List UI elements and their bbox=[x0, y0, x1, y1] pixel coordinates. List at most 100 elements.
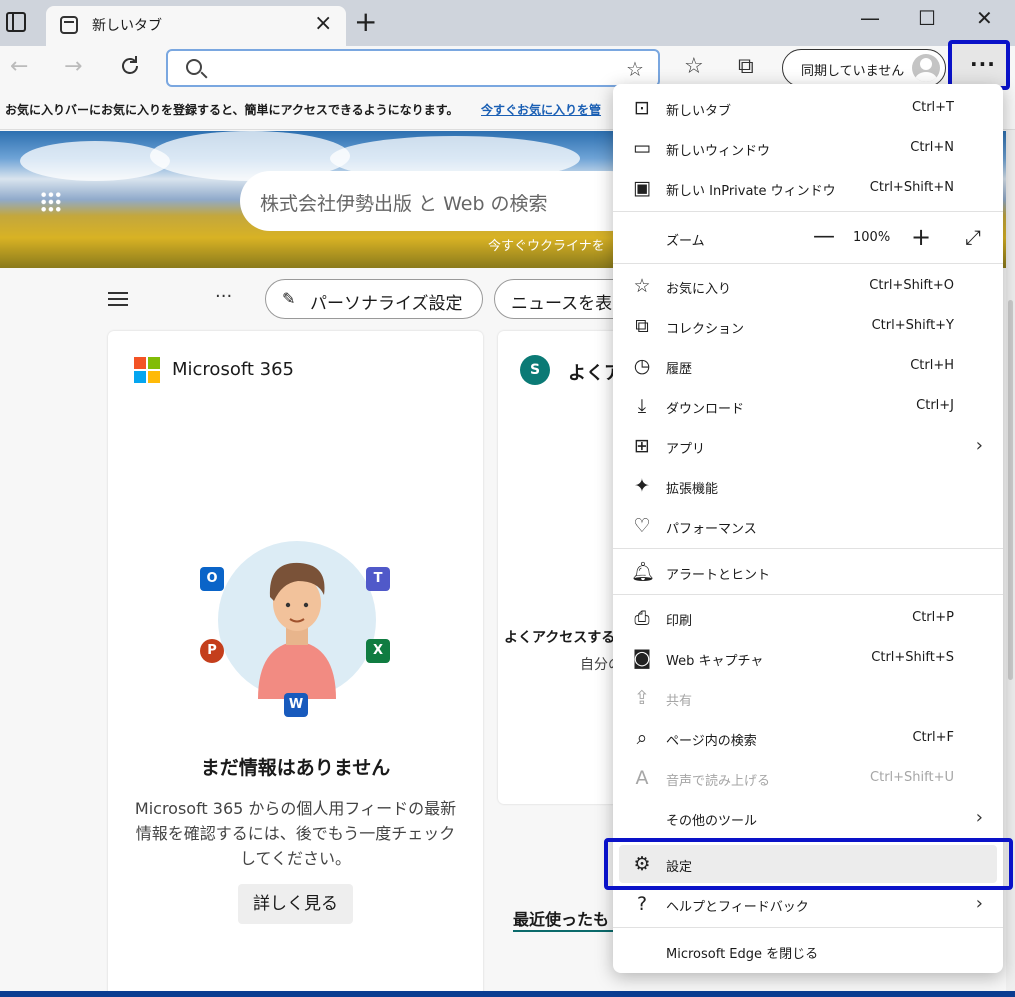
pencil-icon: ✎ bbox=[282, 289, 296, 308]
add-favorite-icon[interactable]: ☆ bbox=[626, 57, 644, 81]
outlook-icon: O bbox=[200, 567, 224, 591]
new-tab-page-icon bbox=[60, 16, 78, 34]
card-empty-title: よくアクセスする bbox=[504, 630, 616, 646]
hero-caption[interactable]: 今すぐウクライナを bbox=[488, 235, 605, 254]
new-tab-button[interactable]: + bbox=[354, 6, 377, 38]
person-icon bbox=[258, 562, 336, 699]
close-window-button[interactable]: ✕ bbox=[976, 6, 993, 30]
share-icon: ⇪ bbox=[634, 687, 650, 709]
help-icon: ? bbox=[636, 893, 648, 915]
find-on-page-icon: ⌕ bbox=[636, 727, 648, 749]
web-search-box[interactable]: 株式会社伊勢出版 と Web の検索 bbox=[240, 171, 640, 231]
menu-item-new-inprivate[interactable]: ▣ 新しい InPrivate ウィンドウ Ctrl+Shift+N bbox=[613, 168, 1003, 208]
chevron-right-icon: › bbox=[975, 807, 983, 828]
news-label: ニュースを表 bbox=[511, 294, 613, 314]
apps-grid-icon[interactable] bbox=[40, 191, 62, 213]
microsoft-logo-icon bbox=[134, 357, 160, 383]
excel-icon: X bbox=[366, 639, 390, 663]
personalize-button[interactable]: ✎ パーソナライズ設定 bbox=[265, 279, 483, 319]
zoom-in-button[interactable]: + bbox=[911, 223, 931, 251]
extensions-icon: ✦ bbox=[634, 475, 650, 497]
more-icon: ··· bbox=[970, 52, 996, 76]
chevron-right-icon: › bbox=[975, 893, 983, 914]
menu-item-read-aloud: A 音声で読み上げる Ctrl+Shift+U bbox=[613, 758, 1003, 798]
settings-and-more-button[interactable]: ··· bbox=[948, 40, 1010, 90]
menu-item-web-capture[interactable]: ◙ Web キャプチャ Ctrl+Shift+S bbox=[613, 638, 1003, 678]
empty-state-title: まだ情報はありません bbox=[200, 757, 391, 779]
personalize-label: パーソナライズ設定 bbox=[310, 294, 463, 314]
more-options-icon[interactable]: ··· bbox=[215, 286, 232, 307]
tab-title: 新しいタブ bbox=[92, 18, 162, 34]
menu-separator bbox=[613, 263, 1003, 264]
favorites-bar-message: お気に入りバーにお気に入りを登録すると、簡単にアクセスできるようになります。 bbox=[5, 103, 459, 117]
menu-item-favorites[interactable]: ☆ お気に入り Ctrl+Shift+O bbox=[613, 266, 1003, 306]
settings-highlight-frame bbox=[604, 838, 1013, 890]
profile-label: 同期していません bbox=[801, 64, 905, 79]
menu-item-collections[interactable]: ⧉ コレクション Ctrl+Shift+Y bbox=[613, 306, 1003, 346]
menu-item-new-tab[interactable]: ⊡ 新しいタブ Ctrl+T bbox=[613, 88, 1003, 128]
menu-item-print[interactable]: ⎙ 印刷 Ctrl+P bbox=[613, 598, 1003, 638]
minimize-button[interactable]: — bbox=[860, 6, 880, 30]
fullscreen-icon[interactable]: ⤢ bbox=[965, 225, 981, 249]
tab-actions-icon[interactable] bbox=[6, 12, 26, 32]
sharepoint-icon: S bbox=[520, 355, 550, 385]
menu-item-more-tools[interactable]: その他のツール › bbox=[613, 798, 1003, 838]
menu-separator bbox=[613, 211, 1003, 212]
card-title: Microsoft 365 bbox=[172, 359, 294, 380]
menu-item-downloads[interactable]: ⤓ ダウンロード Ctrl+J bbox=[613, 386, 1003, 426]
chevron-right-icon: › bbox=[975, 435, 983, 456]
menu-item-apps[interactable]: ⊞ アプリ › bbox=[613, 426, 1003, 466]
menu-item-alerts[interactable]: 🔔︎ アラートとヒント bbox=[613, 552, 1003, 592]
forward-button[interactable]: → bbox=[64, 54, 82, 79]
back-button[interactable]: ← bbox=[10, 54, 28, 79]
zoom-out-button[interactable]: — bbox=[813, 224, 835, 249]
recent-files-heading[interactable]: 最近使ったも bbox=[513, 906, 609, 930]
download-icon: ⤓ bbox=[637, 395, 647, 417]
menu-item-performance[interactable]: ♡ パフォーマンス bbox=[613, 506, 1003, 546]
microsoft-365-card: Microsoft 365 O T P X W まだ情報はありません Micro… bbox=[108, 331, 483, 997]
zoom-level: 100% bbox=[853, 230, 891, 245]
history-icon: ◷ bbox=[633, 355, 651, 377]
refresh-icon[interactable] bbox=[118, 54, 142, 78]
tab-close-icon[interactable]: × bbox=[314, 11, 332, 36]
bell-icon: 🔔︎ bbox=[631, 561, 656, 583]
favorites-icon: ☆ bbox=[633, 275, 651, 297]
web-capture-icon: ◙ bbox=[632, 647, 652, 669]
tab-strip: 新しいタブ × + — ☐ ✕ bbox=[0, 0, 1015, 46]
menu-separator bbox=[613, 927, 1003, 928]
scrollbar-thumb[interactable] bbox=[1008, 300, 1013, 680]
learn-more-button[interactable]: 詳しく見る bbox=[238, 884, 353, 924]
new-tab-icon: ⊡ bbox=[634, 97, 650, 119]
teams-icon: T bbox=[366, 567, 390, 591]
search-icon bbox=[186, 59, 202, 75]
maximize-button[interactable]: ☐ bbox=[918, 6, 936, 30]
menu-item-find-on-page[interactable]: ⌕ ページ内の検索 Ctrl+F bbox=[613, 718, 1003, 758]
address-bar[interactable]: ☆ bbox=[166, 49, 660, 87]
performance-icon: ♡ bbox=[633, 515, 651, 537]
menu-item-history[interactable]: ◷ 履歴 Ctrl+H bbox=[613, 346, 1003, 386]
tab-new-tab[interactable]: 新しいタブ × bbox=[46, 6, 346, 46]
empty-state-description: Microsoft 365 からの個人用フィードの最新情報を確認するには、後でも… bbox=[134, 799, 457, 868]
favorites-icon[interactable]: ☆ bbox=[684, 54, 704, 79]
taskbar-edge bbox=[0, 991, 1015, 997]
menu-item-help-feedback[interactable]: ? ヘルプとフィードバック › bbox=[613, 884, 1003, 924]
menu-item-share: ⇪ 共有 bbox=[613, 678, 1003, 718]
profile-button[interactable]: 同期していません bbox=[782, 49, 946, 87]
menu-item-zoom: ズーム — 100% + ⤢ bbox=[666, 223, 981, 251]
manage-favorites-link[interactable]: 今すぐお気に入りを管 bbox=[481, 101, 601, 118]
person-illustration bbox=[218, 541, 376, 699]
word-icon: W bbox=[284, 693, 308, 717]
avatar bbox=[912, 54, 940, 82]
print-icon: ⎙ bbox=[634, 607, 650, 629]
read-aloud-icon: A bbox=[635, 767, 649, 789]
collections-icon: ⧉ bbox=[635, 315, 649, 337]
menu-item-extensions[interactable]: ✦ 拡張機能 bbox=[613, 466, 1003, 506]
menu-item-close-edge[interactable]: Microsoft Edge を閉じる bbox=[613, 931, 1003, 971]
menu-separator bbox=[613, 548, 1003, 549]
menu-hamburger-icon[interactable] bbox=[108, 292, 128, 306]
menu-item-new-window[interactable]: ▭ 新しいウィンドウ Ctrl+N bbox=[613, 128, 1003, 168]
collections-icon[interactable]: ⧉ bbox=[738, 54, 754, 79]
apps-icon: ⊞ bbox=[634, 435, 650, 457]
web-search-placeholder: 株式会社伊勢出版 と Web の検索 bbox=[260, 193, 548, 215]
powerpoint-icon: P bbox=[200, 639, 224, 663]
